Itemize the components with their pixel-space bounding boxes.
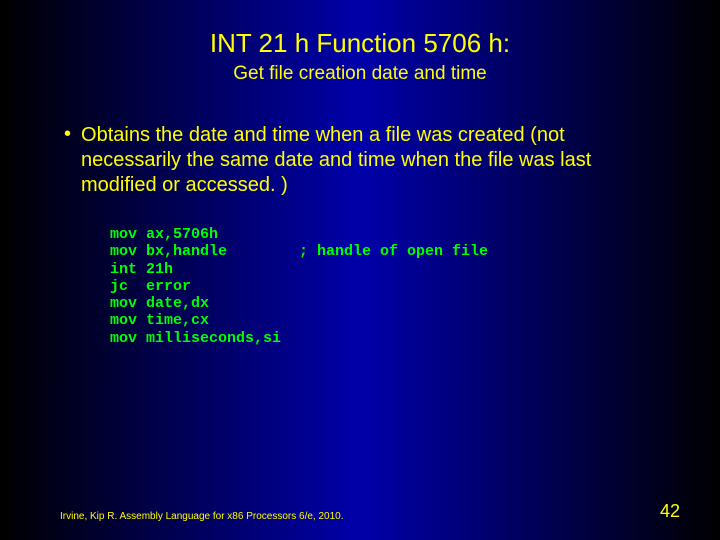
page-number: 42	[660, 501, 680, 522]
code-block: mov ax,5706h mov bx,handle ; handle of o…	[60, 198, 660, 347]
content-area: • Obtains the date and time when a file …	[0, 85, 720, 347]
slide-title: INT 21 h Function 5706 h:	[0, 0, 720, 59]
footer-citation: Irvine, Kip R. Assembly Language for x86…	[60, 511, 344, 522]
footer: Irvine, Kip R. Assembly Language for x86…	[60, 501, 680, 522]
bullet-marker: •	[60, 123, 81, 145]
bullet-item: • Obtains the date and time when a file …	[60, 123, 660, 198]
slide-subtitle: Get file creation date and time	[0, 59, 720, 85]
bullet-text: Obtains the date and time when a file wa…	[81, 123, 660, 198]
